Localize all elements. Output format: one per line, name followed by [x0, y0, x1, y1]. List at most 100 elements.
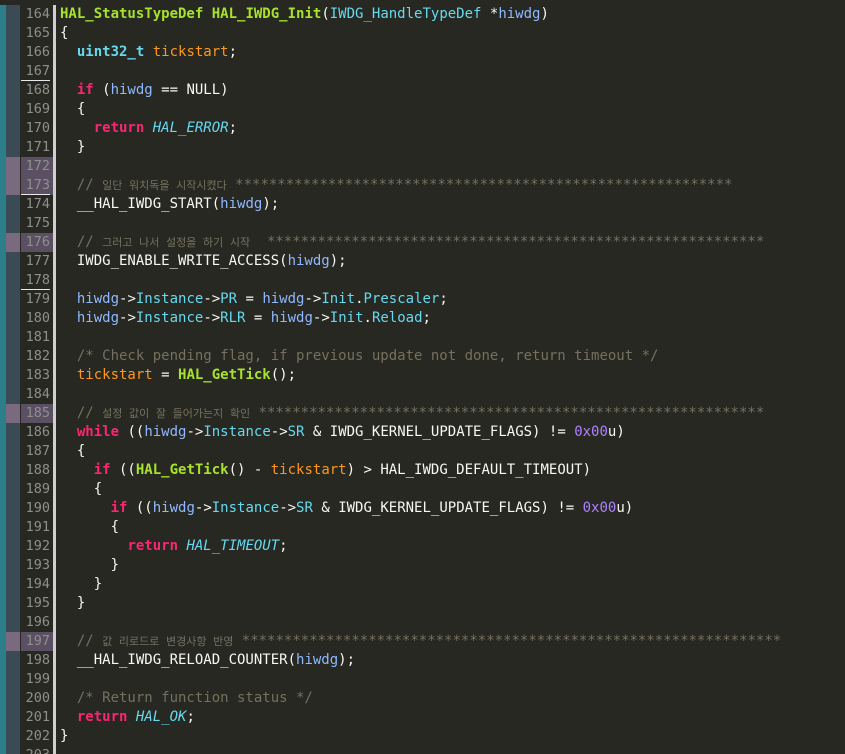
gutter-marker[interactable]: [6, 309, 20, 328]
code-text[interactable]: return HAL_ERROR;: [60, 119, 237, 138]
code-line[interactable]: 188 if ((HAL_GetTick() - tickstart) > HA…: [0, 461, 845, 480]
code-line[interactable]: 183 tickstart = HAL_GetTick();: [0, 366, 845, 385]
code-line[interactable]: 168 if (hiwdg == NULL): [0, 81, 845, 100]
gutter-marker[interactable]: [6, 423, 20, 442]
code-line[interactable]: 177 IWDG_ENABLE_WRITE_ACCESS(hiwdg);: [0, 252, 845, 271]
code-line[interactable]: 179 hiwdg->Instance->PR = hiwdg->Init.Pr…: [0, 290, 845, 309]
gutter-marker[interactable]: [6, 404, 20, 423]
gutter-marker[interactable]: [6, 5, 20, 24]
gutter-marker[interactable]: [6, 385, 20, 404]
code-text[interactable]: }: [60, 138, 85, 157]
gutter-marker[interactable]: [6, 689, 20, 708]
gutter-marker[interactable]: [6, 347, 20, 366]
code-line[interactable]: 173 // 일단 워치독을 시작시켰다 *******************…: [0, 176, 845, 195]
gutter-marker[interactable]: [6, 499, 20, 518]
code-line[interactable]: 175: [0, 214, 845, 233]
gutter-marker[interactable]: [6, 575, 20, 594]
gutter-marker[interactable]: [6, 252, 20, 271]
code-line[interactable]: 170 return HAL_ERROR;: [0, 119, 845, 138]
gutter-marker[interactable]: [6, 366, 20, 385]
gutter-marker[interactable]: [6, 632, 20, 651]
gutter-marker[interactable]: [6, 157, 20, 176]
gutter-marker[interactable]: [6, 195, 20, 214]
code-line[interactable]: 193 }: [0, 556, 845, 575]
code-text[interactable]: // 그러고 나서 설정을 하기 시작 ********************…: [60, 233, 764, 252]
gutter-marker[interactable]: [6, 670, 20, 689]
code-text[interactable]: {: [60, 100, 85, 119]
code-line[interactable]: 171 }: [0, 138, 845, 157]
code-text[interactable]: IWDG_ENABLE_WRITE_ACCESS(hiwdg);: [60, 252, 347, 271]
code-line[interactable]: 197 // 값 리로드로 변경사항 반영 ******************…: [0, 632, 845, 651]
gutter-marker[interactable]: [6, 537, 20, 556]
code-editor[interactable]: 164 HAL_StatusTypeDef HAL_IWDG_Init(IWDG_…: [0, 0, 845, 754]
code-text[interactable]: if ((hiwdg->Instance->SR & IWDG_KERNEL_U…: [60, 499, 634, 518]
code-text[interactable]: uint32_t tickstart;: [60, 43, 237, 62]
code-text[interactable]: }: [60, 727, 68, 746]
code-text[interactable]: // 설정 값이 잘 들어가는지 확인 ********************…: [60, 404, 764, 423]
code-text[interactable]: __HAL_IWDG_RELOAD_COUNTER(hiwdg);: [60, 651, 355, 670]
code-text[interactable]: }: [60, 594, 85, 613]
code-text[interactable]: if ((HAL_GetTick() - tickstart) > HAL_IW…: [60, 461, 591, 480]
gutter-marker[interactable]: [6, 442, 20, 461]
code-text[interactable]: {: [60, 518, 119, 537]
code-line[interactable]: 192 return HAL_TIMEOUT;: [0, 537, 845, 556]
gutter-marker[interactable]: [6, 651, 20, 670]
gutter-marker[interactable]: [6, 518, 20, 537]
code-line[interactable]: 181: [0, 328, 845, 347]
code-line[interactable]: 191 {: [0, 518, 845, 537]
code-text[interactable]: __HAL_IWDG_START(hiwdg);: [60, 195, 279, 214]
code-line[interactable]: 200 /* Return function status */: [0, 689, 845, 708]
code-line[interactable]: 198 __HAL_IWDG_RELOAD_COUNTER(hiwdg);: [0, 651, 845, 670]
code-line[interactable]: 186 while ((hiwdg->Instance->SR & IWDG_K…: [0, 423, 845, 442]
code-text[interactable]: {: [60, 480, 102, 499]
code-line[interactable]: 190 if ((hiwdg->Instance->SR & IWDG_KERN…: [0, 499, 845, 518]
code-text[interactable]: /* Check pending flag, if previous updat…: [60, 347, 659, 366]
code-text[interactable]: HAL_StatusTypeDef HAL_IWDG_Init(IWDG_Han…: [60, 5, 549, 24]
code-line[interactable]: 167: [0, 62, 845, 81]
code-line[interactable]: 203: [0, 746, 845, 754]
gutter-marker[interactable]: [6, 233, 20, 252]
gutter-marker[interactable]: [6, 119, 20, 138]
gutter-marker[interactable]: [6, 328, 20, 347]
code-line[interactable]: 176 // 그러고 나서 설정을 하기 시작 ****************…: [0, 233, 845, 252]
code-line[interactable]: 196: [0, 613, 845, 632]
code-line[interactable]: 178: [0, 271, 845, 290]
code-text[interactable]: tickstart = HAL_GetTick();: [60, 366, 296, 385]
gutter-marker[interactable]: [6, 81, 20, 100]
code-line[interactable]: 165 {: [0, 24, 845, 43]
code-text[interactable]: if (hiwdg == NULL): [60, 81, 229, 100]
code-text[interactable]: hiwdg->Instance->PR = hiwdg->Init.Presca…: [60, 290, 448, 309]
code-line[interactable]: 195 }: [0, 594, 845, 613]
code-line[interactable]: 182 /* Check pending flag, if previous u…: [0, 347, 845, 366]
code-text[interactable]: {: [60, 442, 85, 461]
code-line[interactable]: 164 HAL_StatusTypeDef HAL_IWDG_Init(IWDG_…: [0, 5, 845, 24]
gutter-marker[interactable]: [6, 214, 20, 233]
code-line[interactable]: 199: [0, 670, 845, 689]
code-line[interactable]: 194 }: [0, 575, 845, 594]
gutter-marker[interactable]: [6, 613, 20, 632]
code-text[interactable]: hiwdg->Instance->RLR = hiwdg->Init.Reloa…: [60, 309, 431, 328]
gutter-marker[interactable]: [6, 43, 20, 62]
code-text[interactable]: {: [60, 24, 68, 43]
gutter-marker[interactable]: [6, 271, 20, 290]
gutter-marker[interactable]: [6, 461, 20, 480]
code-line[interactable]: 201 return HAL_OK;: [0, 708, 845, 727]
code-line[interactable]: 187 {: [0, 442, 845, 461]
code-text[interactable]: // 값 리로드로 변경사항 반영 **********************…: [60, 632, 781, 651]
code-text[interactable]: return HAL_OK;: [60, 708, 195, 727]
code-text[interactable]: /* Return function status */: [60, 689, 313, 708]
code-text[interactable]: // 일단 워치독을 시작시켰다 ***********************…: [60, 176, 733, 195]
code-line[interactable]: 185 // 설정 값이 잘 들어가는지 확인 ****************…: [0, 404, 845, 423]
gutter-marker[interactable]: [6, 24, 20, 43]
gutter-marker[interactable]: [6, 138, 20, 157]
gutter-marker[interactable]: [6, 556, 20, 575]
code-line[interactable]: 180 hiwdg->Instance->RLR = hiwdg->Init.R…: [0, 309, 845, 328]
gutter-marker[interactable]: [6, 708, 20, 727]
code-text[interactable]: }: [60, 556, 119, 575]
code-text[interactable]: while ((hiwdg->Instance->SR & IWDG_KERNE…: [60, 423, 625, 442]
code-text[interactable]: }: [60, 575, 102, 594]
gutter-marker[interactable]: [6, 100, 20, 119]
code-line[interactable]: 172: [0, 157, 845, 176]
gutter-marker[interactable]: [6, 176, 20, 195]
gutter-marker[interactable]: [6, 594, 20, 613]
